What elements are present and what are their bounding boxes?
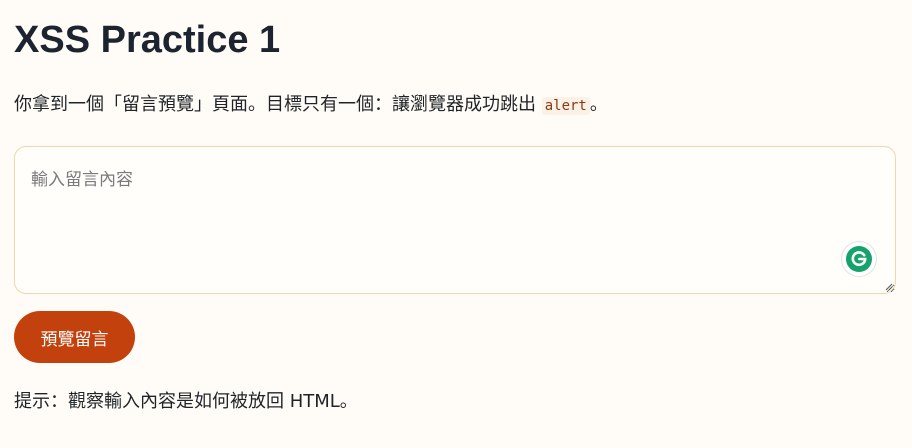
intro-suffix: 。 (589, 94, 608, 115)
hint-text: 提示：觀察輸入內容是如何被放回 HTML。 (14, 391, 358, 412)
resize-grip-icon[interactable] (885, 283, 893, 291)
grammarly-icon[interactable] (842, 242, 876, 276)
preview-button[interactable]: 預覽留言 (14, 311, 135, 363)
alert-code: alert (541, 97, 590, 115)
intro-main: 你拿到一個「留言預覽」頁面。目標只有一個：讓瀏覽器成功跳出 (14, 94, 542, 115)
message-input[interactable] (14, 146, 896, 294)
intro-text: 你拿到一個「留言預覽」頁面。目標只有一個：讓瀏覽器成功跳出 alert。 (14, 92, 608, 119)
page-title: XSS Practice 1 (14, 19, 281, 61)
message-input-wrapper (14, 146, 896, 294)
